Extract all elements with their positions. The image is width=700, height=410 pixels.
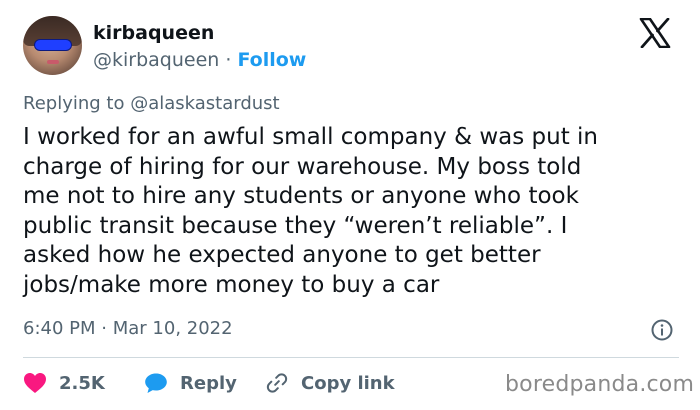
- timestamp-time: 6:40 PM: [23, 318, 96, 339]
- tweet-line: jobs/make more money to buy a car: [23, 271, 440, 298]
- avatar-mouth: [47, 60, 59, 64]
- author-handle[interactable]: @kirbaqueen: [93, 49, 219, 71]
- info-icon[interactable]: [651, 319, 673, 341]
- timestamp[interactable]: 6:40 PM · Mar 10, 2022: [23, 318, 233, 339]
- link-icon: [266, 373, 288, 393]
- replying-to-prefix: Replying to: [23, 93, 125, 114]
- author-handle-line: @kirbaqueen · Follow: [93, 49, 306, 71]
- handle-separator: ·: [225, 49, 232, 71]
- tweet-line: public transit because they “weren’t rel…: [23, 212, 568, 239]
- speech-bubble-icon: [145, 373, 167, 393]
- watermark: boredpanda.com: [505, 372, 695, 397]
- tweet-line: I worked for an awful small company & wa…: [23, 124, 598, 150]
- like-count: 2.5K: [59, 372, 105, 394]
- copy-link-label: Copy link: [301, 372, 395, 394]
- tweet-line: me not to hire any students or anyone wh…: [23, 183, 579, 209]
- tweet-line: charge of hiring for our warehouse. My b…: [23, 153, 582, 180]
- reply-label: Reply: [180, 372, 237, 394]
- copy-link-button[interactable]: Copy link: [265, 368, 395, 398]
- avatar[interactable]: [23, 16, 82, 75]
- x-logo-icon[interactable]: [639, 18, 671, 48]
- tweet-text: I worked for an awful small company & wa…: [23, 123, 683, 300]
- replying-to: Replying to @alaskastardust: [23, 93, 280, 114]
- tweet-line: asked how he expected anyone to get bett…: [23, 242, 541, 268]
- author-name[interactable]: kirbaqueen: [93, 22, 214, 44]
- like-button[interactable]: 2.5K: [23, 368, 105, 398]
- timestamp-date: Mar 10, 2022: [112, 318, 233, 339]
- timestamp-separator: ·: [101, 318, 107, 339]
- replying-to-handle[interactable]: @alaskastardust: [130, 93, 279, 114]
- reply-button[interactable]: Reply: [144, 368, 237, 398]
- avatar-sunglasses: [35, 40, 71, 50]
- follow-button[interactable]: Follow: [237, 49, 306, 71]
- divider: [23, 357, 679, 358]
- heart-icon: [24, 373, 46, 393]
